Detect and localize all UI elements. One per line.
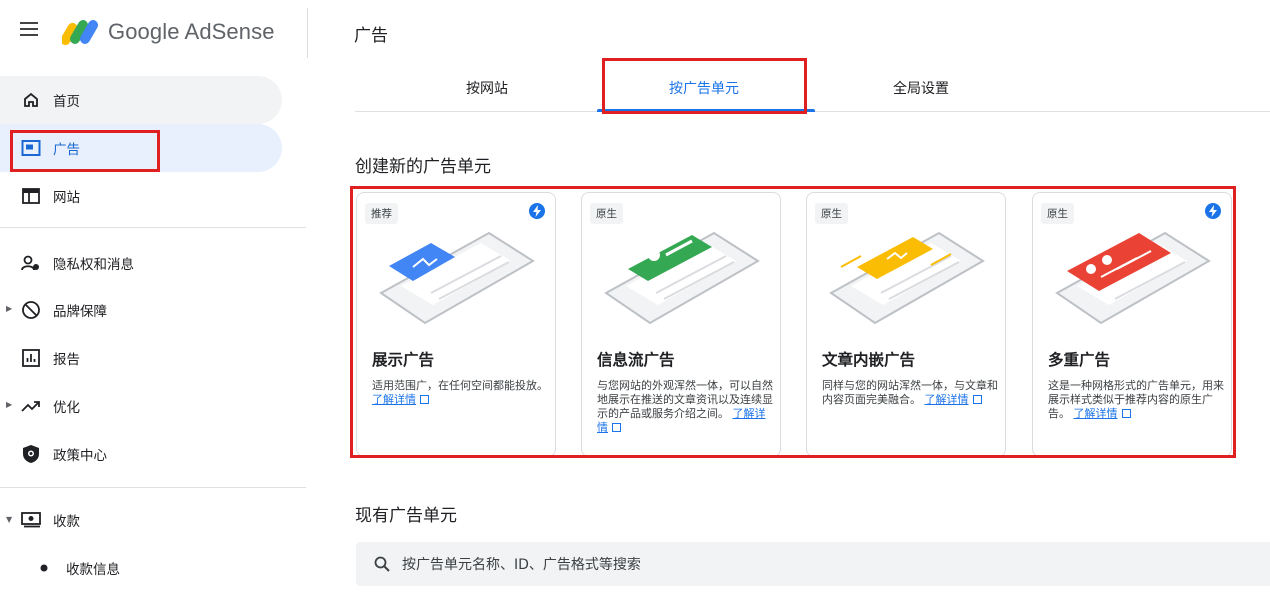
card-description: 适用范围广，在任何空间都能投放。 了解详情 bbox=[372, 379, 550, 407]
trend-icon bbox=[20, 395, 42, 417]
top-bar: Google AdSense 广告 bbox=[0, 0, 1270, 64]
card-badge: 原生 bbox=[1041, 203, 1074, 224]
sidebar-item-sites[interactable]: 网站 bbox=[0, 172, 282, 220]
sidebar-item-privacy[interactable]: 隐私权和消息 bbox=[0, 239, 282, 287]
card-description: 同样与您的网站浑然一体，与文章和内容页面完美融合。 了解详情 bbox=[822, 379, 1000, 407]
existing-ad-units-heading: 现有广告单元 bbox=[355, 506, 457, 526]
in-feed-ad-illustration-icon bbox=[604, 231, 760, 325]
search-icon bbox=[374, 556, 390, 576]
create-ad-unit-heading: 创建新的广告单元 bbox=[355, 157, 491, 177]
ads-icon bbox=[20, 137, 42, 159]
sidebar-item-brand-safety[interactable]: 品牌保障 bbox=[0, 286, 282, 334]
payments-icon bbox=[20, 509, 42, 531]
tab-global-settings[interactable]: 全局设置 bbox=[893, 78, 949, 98]
tab-by-site[interactable]: 按网站 bbox=[466, 78, 508, 98]
sidebar-item-label: 隐私权和消息 bbox=[53, 257, 134, 273]
hamburger-menu-icon[interactable] bbox=[20, 22, 38, 36]
external-link-icon bbox=[972, 395, 982, 404]
sidebar-item-ads[interactable]: 广告 bbox=[0, 124, 282, 172]
sidebar-divider bbox=[0, 487, 306, 488]
adsense-logo-icon bbox=[62, 20, 98, 46]
external-link-icon bbox=[1121, 409, 1131, 418]
multiplex-ad-illustration-icon bbox=[1055, 231, 1211, 325]
external-link-icon bbox=[420, 395, 429, 404]
search-bar bbox=[356, 542, 1270, 586]
card-title: 文章内嵌广告 bbox=[822, 351, 916, 369]
sidebar-item-payment-info[interactable]: 收款信息 bbox=[0, 544, 282, 592]
card-description: 与您网站的外观浑然一体，可以自然地展示在推送的文章资讯以及连续显示的产品或服务介… bbox=[597, 379, 775, 435]
header-divider bbox=[307, 8, 308, 58]
card-description: 这是一种网格形式的广告单元，用来展示样式类似于推荐内容的原生广告。 了解详情 bbox=[1048, 379, 1226, 421]
sidebar-item-optimize[interactable]: 优化 bbox=[0, 382, 282, 430]
sidebar-divider bbox=[0, 227, 306, 228]
in-article-ad-illustration-icon bbox=[829, 231, 985, 325]
learn-more-link[interactable]: 了解详情 bbox=[1074, 407, 1118, 420]
external-link-icon bbox=[612, 423, 621, 432]
ad-card-multiplex[interactable]: 原生 多重广告 这是一种网格形式的广告单元，用来展示样式类似于推荐内容的原生广告… bbox=[1032, 192, 1232, 457]
bolt-icon bbox=[1205, 203, 1221, 219]
card-title: 多重广告 bbox=[1048, 351, 1111, 369]
bolt-icon bbox=[529, 203, 545, 219]
sidebar-item-payments[interactable]: 收款 bbox=[0, 496, 282, 544]
tab-bar: 按网站 按广告单元 全局设置 bbox=[355, 64, 1270, 112]
card-badge: 推荐 bbox=[365, 203, 398, 224]
privacy-icon bbox=[20, 252, 42, 274]
sidebar-item-label: 首页 bbox=[53, 94, 80, 110]
sidebar-item-label: 收款 bbox=[53, 514, 80, 530]
tab-active-indicator bbox=[597, 109, 815, 112]
page-title: 广告 bbox=[354, 26, 388, 46]
sidebar-item-label: 报告 bbox=[53, 352, 80, 368]
sidebar-item-label: 政策中心 bbox=[53, 448, 107, 464]
sidebar-item-policy-center[interactable]: 政策中心 bbox=[0, 430, 282, 478]
sites-icon bbox=[20, 185, 42, 207]
card-badge: 原生 bbox=[815, 203, 848, 224]
sidebar-item-label: 品牌保障 bbox=[53, 304, 107, 320]
sidebar-item-reports[interactable]: 报告 bbox=[0, 334, 282, 382]
search-input[interactable] bbox=[402, 554, 1222, 576]
sidebar-item-label: 网站 bbox=[53, 190, 80, 206]
sidebar-item-label: 收款信息 bbox=[66, 562, 120, 578]
brand-name: Google AdSense bbox=[108, 19, 275, 44]
block-icon bbox=[20, 299, 42, 321]
card-desc-text: 适用范围广，在任何空间都能投放。 bbox=[372, 379, 548, 392]
sidebar-item-label: 优化 bbox=[53, 400, 80, 416]
sidebar: 首页 广告 网站 隐私权和消息 ▶ 品牌保障 报告 ▶ 优化 政策中心 ▼ 收款… bbox=[0, 64, 306, 578]
shield-icon bbox=[20, 443, 42, 465]
home-icon bbox=[20, 89, 42, 111]
ad-card-in-feed[interactable]: 原生 信息流广告 与您网站的外观浑然一体，可以自然地展示在推送的文章资讯以及连续… bbox=[581, 192, 781, 457]
learn-more-link[interactable]: 了解详情 bbox=[372, 393, 416, 406]
ad-card-in-article[interactable]: 原生 文章内嵌广告 同样与您的网站浑然一体，与文章和内容页面完美融合。 了解详情 bbox=[806, 192, 1006, 457]
sidebar-item-home[interactable]: 首页 bbox=[0, 76, 282, 124]
card-title: 信息流广告 bbox=[597, 351, 675, 369]
ad-card-display[interactable]: 推荐 展示广告 适用范围广，在任何空间都能投放。 了解详情 bbox=[356, 192, 556, 457]
tab-by-ad-unit[interactable]: 按广告单元 bbox=[669, 78, 739, 98]
display-ad-illustration-icon bbox=[379, 231, 535, 325]
sidebar-item-label: 广告 bbox=[53, 142, 80, 158]
card-badge: 原生 bbox=[590, 203, 623, 224]
reports-icon bbox=[20, 347, 42, 369]
learn-more-link[interactable]: 了解详情 bbox=[925, 393, 969, 406]
card-title: 展示广告 bbox=[372, 351, 435, 369]
